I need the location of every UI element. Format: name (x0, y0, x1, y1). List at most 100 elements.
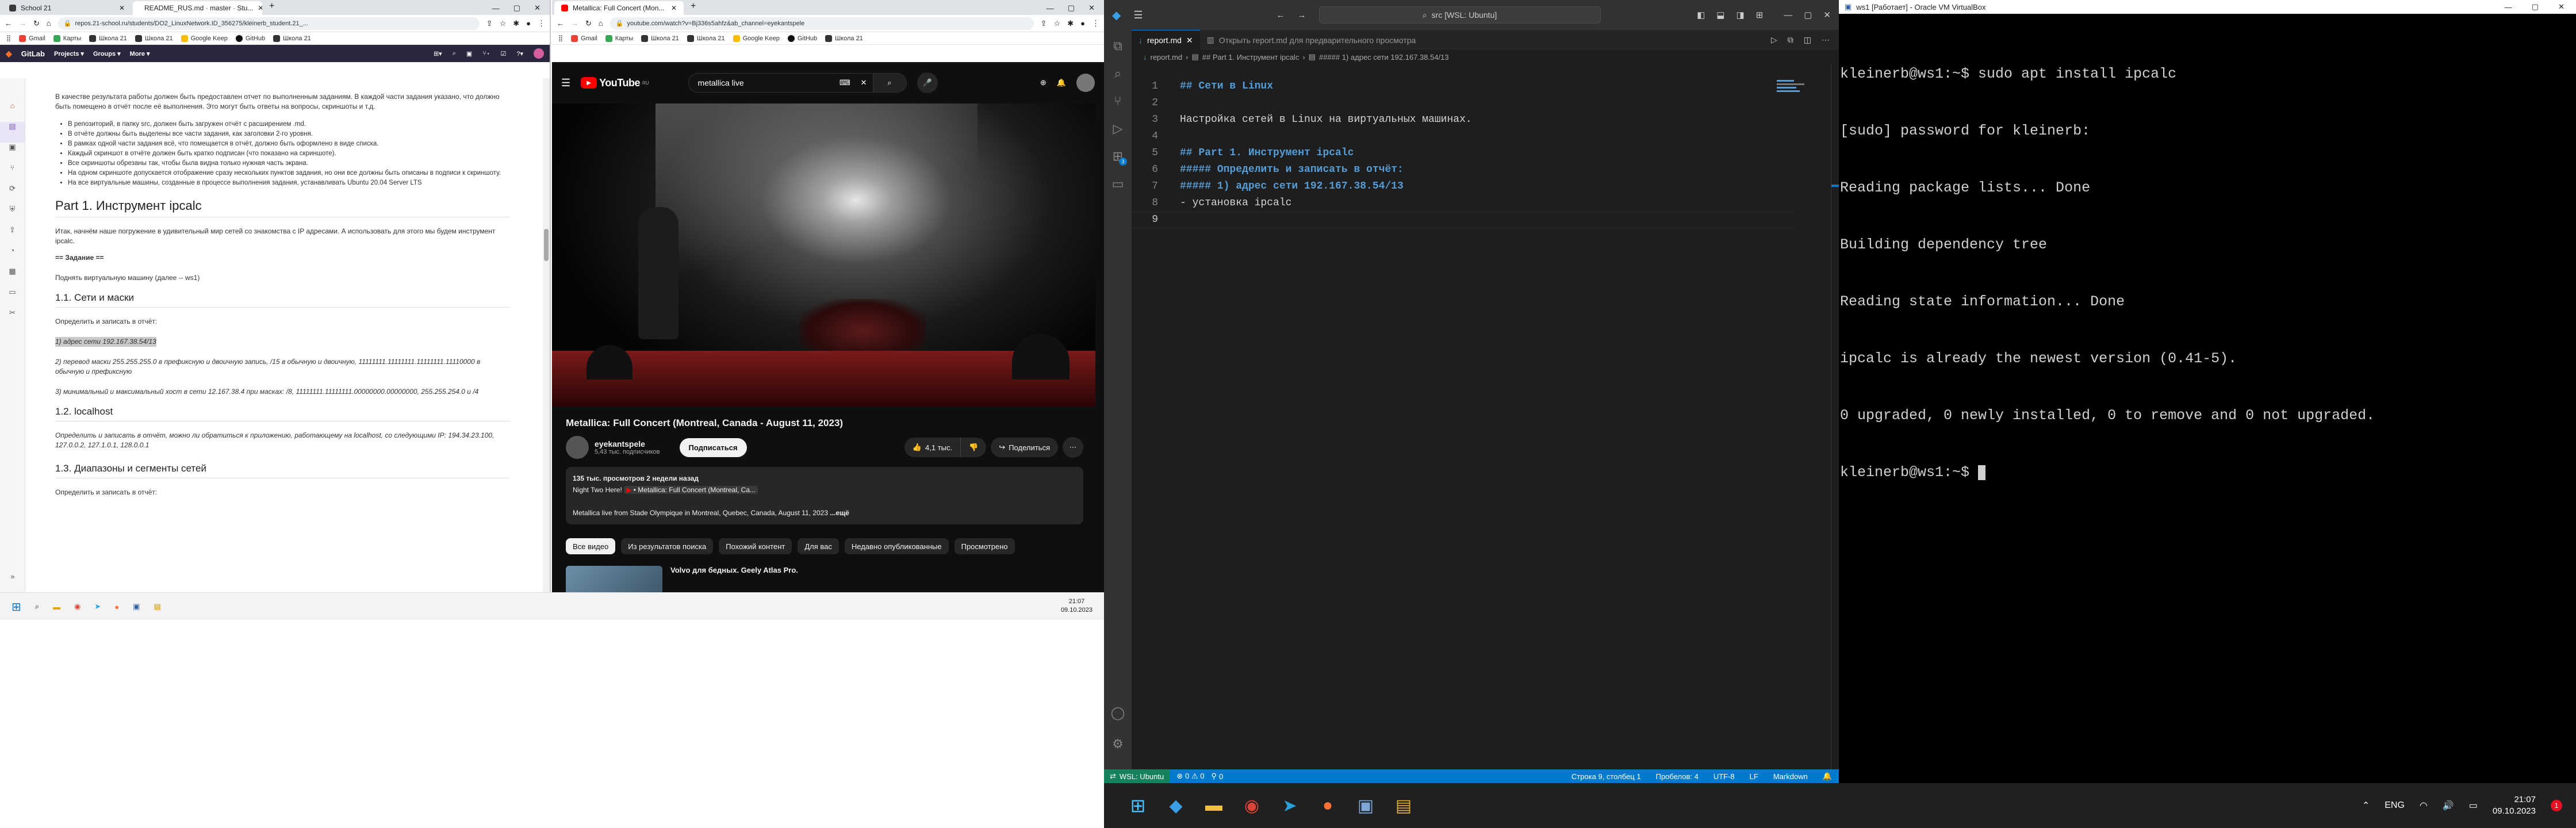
bookmark-gmail[interactable]: Gmail (15, 34, 49, 42)
menu-icon[interactable]: ☰ (1133, 9, 1143, 21)
collapse-sidebar-icon[interactable]: » (0, 572, 25, 581)
sidebar-mr-icon[interactable]: ⑂ (0, 163, 25, 184)
new-tab-button[interactable]: + (685, 1, 702, 15)
show-more-link[interactable]: ...ещё (830, 509, 849, 517)
chrome-icon[interactable]: ◉ (1235, 789, 1268, 822)
open-preview-icon[interactable]: ⧉ (1788, 35, 1793, 45)
breadcrumb-section[interactable]: ## Part 1. Инструмент ipcalc (1202, 53, 1300, 62)
reload-icon[interactable]: ↻ (33, 19, 40, 28)
sidebar-cicd-icon[interactable]: ⟳ (0, 184, 25, 205)
minimize-icon[interactable]: — (2505, 3, 2512, 12)
layout-icon[interactable]: ⊞ (1756, 10, 1764, 20)
bookmark-school21-2[interactable]: Школа 21 (131, 34, 177, 42)
minimize-icon[interactable]: — (1046, 4, 1054, 13)
minimize-icon[interactable]: — (1784, 10, 1792, 20)
issues-icon[interactable]: ▣ (466, 50, 472, 57)
subscribe-button[interactable]: Подписаться (679, 438, 747, 457)
close-window-icon[interactable]: ✕ (1823, 10, 1831, 20)
tab-report-md[interactable]: ↓ report.md ✕ (1132, 30, 1200, 50)
home-icon[interactable]: ⌂ (47, 19, 51, 28)
virtualbox-icon[interactable]: ▣ (133, 602, 140, 611)
youtube-search[interactable]: metallica live ⌨ ✕ ⌕ (688, 73, 907, 93)
bookmark-school21[interactable]: Школа 21 (637, 34, 683, 42)
notifications-icon[interactable]: 🔔 (1823, 772, 1832, 781)
toggle-panel-icon[interactable]: ⬓ (1716, 10, 1724, 20)
bookmark-keep[interactable]: Google Keep (729, 34, 784, 42)
scrollbar[interactable] (543, 78, 550, 592)
clear-icon[interactable]: ✕ (855, 78, 873, 87)
run-debug-icon[interactable]: ▷ (1104, 115, 1132, 143)
bookmark-school21[interactable]: Школа 21 (85, 34, 131, 42)
star-icon[interactable]: ☆ (1054, 19, 1061, 28)
menu-dots-icon[interactable]: ⋮ (538, 19, 545, 28)
toggle-secondary-icon[interactable]: ◨ (1736, 10, 1744, 20)
profile-icon[interactable]: ● (526, 19, 531, 28)
tray-overflow-icon[interactable]: ⌃ (2362, 800, 2370, 811)
bookmark-maps[interactable]: Карты (601, 34, 637, 42)
close-icon[interactable]: ✕ (119, 4, 125, 12)
tab-school21[interactable]: School 21 ✕ (2, 1, 132, 15)
virtualbox-icon[interactable]: ▣ (1349, 789, 1382, 822)
command-center[interactable]: ⌕ src [WSL: Ubuntu] (1318, 6, 1601, 24)
maximize-icon[interactable]: ▢ (2532, 2, 2539, 12)
back-icon[interactable]: ← (557, 19, 564, 28)
editor-scrollbar[interactable] (1831, 64, 1839, 769)
help-icon[interactable]: ?▾ (516, 50, 523, 57)
source-control-icon[interactable]: ⑂ (1104, 87, 1132, 115)
groups-menu[interactable]: Groups ▾ (93, 50, 121, 57)
accounts-icon[interactable]: ◯ (1104, 699, 1132, 727)
chip-for-you[interactable]: Для вас (798, 538, 839, 554)
bookmark-keep[interactable]: Google Keep (177, 34, 232, 42)
breadcrumb-subsection[interactable]: ##### 1) адрес сети 192.167.38.54/13 (1319, 53, 1449, 62)
create-icon[interactable]: ⊕ (1040, 78, 1046, 87)
problems-indicator[interactable]: ⊗ 0 ⚠ 0 (1170, 772, 1211, 781)
reload-icon[interactable]: ↻ (585, 19, 592, 28)
url-field[interactable]: 🔒 youtube.com/watch?v=Bj336s5ahfz&ab_chan… (610, 17, 1034, 30)
manage-gear-icon[interactable]: ⚙ (1104, 730, 1132, 758)
indentation[interactable]: Пробелов: 4 (1656, 772, 1699, 781)
sidebar-wiki-icon[interactable]: ▭ (0, 288, 25, 308)
bookmark-school21-3[interactable]: Школа 21 (269, 34, 315, 42)
firefox-icon[interactable]: ● (114, 603, 119, 611)
bookmark-school21-3[interactable]: Школа 21 (821, 34, 867, 42)
dislike-button[interactable]: 👎 (960, 438, 987, 457)
volume-icon[interactable]: 🔊 (2443, 800, 2454, 811)
chrome-icon[interactable]: ◉ (74, 602, 80, 611)
extensions-icon[interactable]: ✱ (513, 19, 519, 28)
bell-icon[interactable]: 🔔 (1057, 78, 1066, 87)
bookmark-maps[interactable]: Карты (49, 34, 85, 42)
maximize-icon[interactable]: ▢ (513, 3, 520, 13)
bookmark-github[interactable]: GitHub (784, 34, 821, 42)
minimap[interactable] (1777, 78, 1811, 101)
chip-related[interactable]: Похожий контент (719, 538, 792, 554)
explorer-icon[interactable]: ⧉ (1104, 32, 1132, 60)
language-indicator[interactable]: ENG (2385, 800, 2405, 811)
channel-name[interactable]: eyekantspele (595, 439, 660, 448)
tab-preview[interactable]: ▥ Открыть report.md для предварительного … (1200, 30, 1423, 50)
app-icon[interactable]: ▤ (1387, 789, 1420, 822)
wifi-icon[interactable]: ◠ (2420, 800, 2428, 811)
extensions-icon[interactable]: ⊞ 3 (1104, 143, 1132, 170)
share-icon[interactable]: ⇪ (486, 19, 493, 28)
extensions-icon[interactable]: ✱ (1067, 19, 1074, 28)
telegram-icon[interactable]: ➤ (1273, 789, 1306, 822)
tab-readme[interactable]: README_RUS.md · master · Stu... ✕ (133, 1, 262, 15)
maximize-icon[interactable]: ▢ (1804, 10, 1812, 20)
windows-start-icon[interactable]: ⊞ (12, 600, 21, 614)
close-icon[interactable]: ✕ (671, 4, 677, 12)
channel-avatar[interactable] (566, 436, 589, 459)
bookmark-gmail[interactable]: Gmail (567, 34, 601, 42)
sidebar-issues-icon[interactable]: ▣ (0, 143, 25, 163)
video-player[interactable] (552, 103, 1095, 407)
forward-icon[interactable]: → (19, 19, 26, 28)
search-icon[interactable]: ⌕ (872, 74, 906, 92)
file-explorer-icon[interactable]: ▬ (53, 603, 60, 611)
code-editor[interactable]: 1 ## Сети в Linux 2 3 Настройка сетей в Li… (1132, 78, 1793, 228)
more-actions-icon[interactable]: ⋯ (1063, 437, 1083, 458)
search-icon[interactable]: ⌕ (453, 50, 456, 57)
merge-requests-icon[interactable]: ⑂▾ (482, 50, 490, 57)
avatar[interactable] (534, 48, 544, 59)
profile-icon[interactable]: ● (1080, 19, 1085, 28)
close-window-icon[interactable]: ✕ (534, 3, 540, 13)
todo-icon[interactable]: ☑ (500, 50, 506, 57)
